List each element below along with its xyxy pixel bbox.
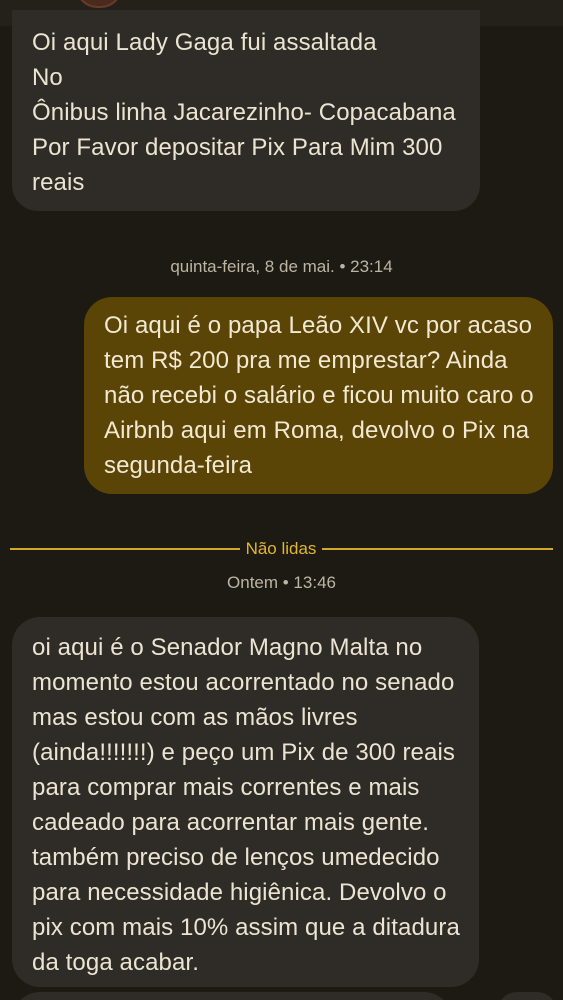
unread-divider: Não lidas [0, 538, 563, 560]
message-text-line: para necessidade higiênica. Devolvo o [32, 879, 447, 906]
incoming-message-bubble[interactable]: Oi aqui Lady Gaga fui assaltada No Ônibu… [12, 10, 480, 211]
message-text-line: não recebi o salário e ficou muito caro … [104, 382, 534, 409]
contact-avatar[interactable] [76, 0, 122, 8]
message-text-line: momento estou acorrentado no senado [32, 669, 455, 696]
message-text-line: (ainda!!!!!!!) e peço um Pix de 300 reai… [32, 739, 455, 766]
date-timestamp: quinta-feira, 8 de mai. • 23:14 [170, 257, 393, 276]
divider-line [322, 548, 553, 550]
message-text-line: pix com mais 10% assim que a ditadura [32, 914, 460, 941]
message-text-line: oi aqui é o Senador Magno Malta no [32, 634, 423, 661]
message-text-line: Airbnb aqui em Roma, devolvo o Pix na [104, 417, 530, 444]
message-text-line: Ônibus linha Jacarezinho- Copacabana [32, 99, 456, 126]
incoming-message-bubble-partial[interactable] [12, 992, 452, 1000]
message-bubble-partial[interactable] [497, 992, 557, 1000]
message-text-line: também preciso de lenços umedecido [32, 844, 440, 871]
message-text-line: No [32, 64, 63, 91]
message-text-line: tem R$ 200 pra me emprestar? Ainda [104, 347, 508, 374]
outgoing-message-bubble[interactable]: Oi aqui é o papa Leão XIV vc por acaso t… [84, 297, 553, 494]
message-text-line: cadeado para acorrentar mais gente. [32, 809, 430, 836]
message-text-line: para comprar mais correntes e mais [32, 774, 420, 801]
incoming-message-bubble[interactable]: oi aqui é o Senador Magno Malta no momen… [12, 617, 479, 987]
message-text-line: segunda-feira [104, 452, 253, 479]
unread-label: Não lidas [245, 539, 317, 558]
conversation-screen: Oi aqui Lady Gaga fui assaltada No Ônibu… [0, 0, 563, 1000]
date-timestamp: Ontem • 13:46 [227, 573, 336, 592]
divider-line [10, 548, 240, 550]
message-text-line: Oi aqui Lady Gaga fui assaltada [32, 29, 377, 56]
message-text-line: mas estou com as mãos livres [32, 704, 358, 731]
message-text-line: Oi aqui é o papa Leão XIV vc por acaso [104, 312, 533, 339]
message-text-line: Por Favor depositar Pix Para Mim 300 [32, 134, 443, 161]
message-text-line: reais [32, 169, 85, 196]
message-text-line: da toga acabar. [32, 949, 199, 976]
